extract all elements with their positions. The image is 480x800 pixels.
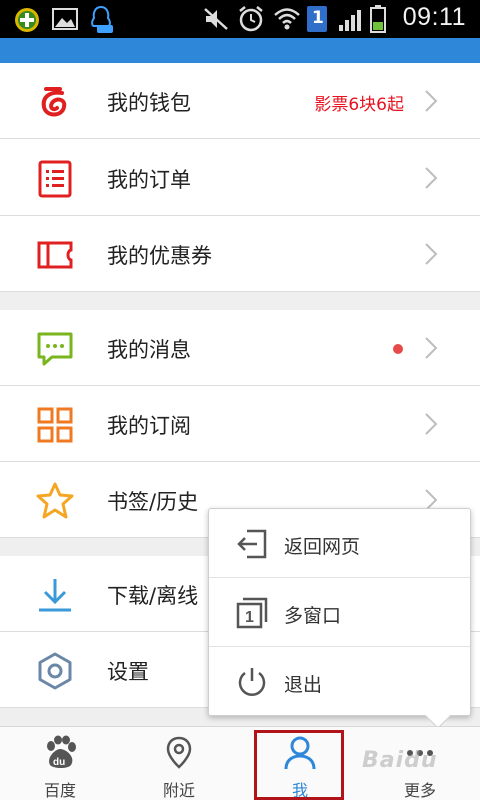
popup-item-multi-window[interactable]: 1 多窗口: [209, 577, 470, 645]
menu-item-label: 我的订阅: [107, 414, 191, 438]
status-bar: 1 09:11: [0, 0, 480, 38]
subscription-icon: [37, 407, 73, 443]
watermark: Baidu: [362, 748, 438, 773]
section-divider: [0, 292, 480, 310]
wifi-icon: [274, 8, 300, 30]
alarm-icon: [239, 6, 263, 32]
svg-text:du: du: [53, 757, 65, 768]
more-popup-menu: 返回网页 1 多窗口 退出: [208, 508, 471, 729]
active-tab-highlight: [254, 730, 344, 800]
sim-badge: 1: [312, 8, 324, 28]
popup-item-back-to-page[interactable]: 返回网页: [209, 509, 470, 577]
coupon-icon: [37, 241, 73, 269]
message-icon: [37, 332, 73, 366]
unread-dot: [393, 344, 403, 354]
tab-label: 更多: [403, 781, 436, 800]
power-icon: [238, 668, 266, 696]
tab-nearby[interactable]: 附近: [129, 727, 229, 800]
tab-label: 百度: [43, 781, 76, 800]
clock: 09:11: [402, 3, 466, 31]
chevron-right-icon: [425, 337, 438, 359]
location-pin-icon: [166, 736, 192, 769]
chevron-right-icon: [425, 90, 438, 112]
menu-item-wallet[interactable]: 我的钱包 影票6块6起: [0, 63, 480, 139]
menu-item-messages[interactable]: 我的消息: [0, 310, 480, 386]
menu-item-label: 我的消息: [107, 338, 191, 362]
wallet-icon: [41, 87, 67, 117]
gallery-icon: [52, 8, 78, 30]
menu-item-label: 书签/历史: [107, 490, 199, 514]
battery-icon: [370, 5, 386, 33]
back-to-page-icon: [237, 529, 267, 559]
menu-item-label: 设置: [107, 660, 149, 684]
sim-icon: 1: [307, 6, 327, 32]
menu-item-coupons[interactable]: 我的优惠券: [0, 216, 480, 292]
mute-icon: [204, 8, 228, 30]
window-count: 1: [245, 609, 254, 626]
popup-item-label: 返回网页: [284, 536, 361, 558]
popup-item-label: 退出: [284, 674, 323, 696]
chevron-right-icon: [425, 167, 438, 189]
bookmark-star-icon: [36, 482, 74, 519]
multi-window-icon: 1: [236, 597, 268, 629]
menu-item-subscriptions[interactable]: 我的订阅: [0, 386, 480, 462]
chevron-right-icon: [425, 243, 438, 265]
tab-baidu[interactable]: du 百度: [10, 727, 110, 800]
qq-icon: [91, 5, 113, 33]
orders-icon: [38, 160, 72, 198]
wallet-promo[interactable]: 影票6块6起: [314, 90, 404, 115]
chevron-right-icon: [425, 413, 438, 435]
download-icon: [39, 579, 71, 612]
popup-item-exit[interactable]: 退出: [209, 646, 470, 714]
menu-item-label: 我的优惠券: [107, 244, 212, 268]
app-notify-icon: [15, 8, 39, 32]
settings-gear-icon: [38, 652, 72, 690]
menu-item-label: 下载/离线: [107, 584, 199, 608]
popup-item-label: 多窗口: [284, 605, 342, 627]
menu-item-label: 我的订单: [107, 168, 191, 192]
baidu-paw-icon: du: [47, 735, 76, 768]
signal-icon: [339, 10, 361, 31]
tab-label: 附近: [162, 781, 195, 800]
menu-item-orders[interactable]: 我的订单: [0, 140, 480, 216]
menu-item-label: 我的钱包: [107, 91, 191, 115]
header-bar: [0, 38, 480, 63]
